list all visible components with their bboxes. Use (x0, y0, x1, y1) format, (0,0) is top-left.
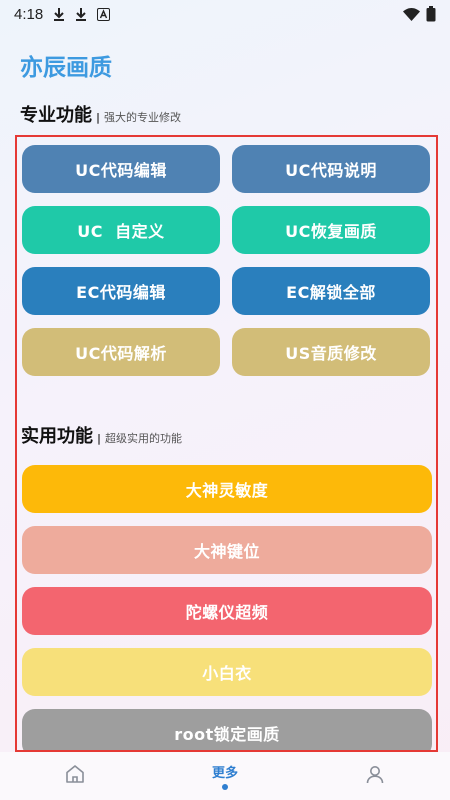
status-time: 4:18 (14, 5, 44, 23)
download-icon (53, 7, 65, 21)
util-section-subtitle: 超级实用的功能 (105, 432, 183, 445)
root-lock-quality-button[interactable]: root锁定画质 (22, 709, 432, 750)
status-bar: 4:18 (0, 0, 450, 28)
content-frame: UC代码编辑 UC代码说明 UC 自定义 UC恢复画质 EC代码编辑 EC解锁全… (15, 135, 438, 752)
uc-code-edit-button[interactable]: UC代码编辑 (22, 145, 220, 193)
wifi-icon (403, 7, 420, 21)
uc-restore-quality-button[interactable]: UC恢复画质 (232, 206, 430, 254)
pro-button-grid: UC代码编辑 UC代码说明 UC 自定义 UC恢复画质 EC代码编辑 EC解锁全… (22, 145, 432, 376)
font-a-icon (97, 7, 111, 21)
uc-custom-button[interactable]: UC 自定义 (22, 206, 220, 254)
nav-active-indicator (222, 784, 228, 790)
nav-item-home[interactable] (35, 752, 115, 800)
sensitivity-button[interactable]: 大神灵敏度 (22, 465, 432, 513)
pro-section-title: 专业功能 (20, 105, 92, 126)
key-layout-button[interactable]: 大神键位 (22, 526, 432, 574)
bottom-nav: 更多 (0, 752, 450, 800)
nav-item-profile[interactable] (335, 752, 415, 800)
ec-unlock-all-button[interactable]: EC解锁全部 (232, 267, 430, 315)
battery-icon (426, 6, 436, 22)
section-divider: | (96, 111, 101, 124)
home-icon (65, 764, 85, 788)
uc-code-parse-button[interactable]: UC代码解析 (22, 328, 220, 376)
uc-code-explain-button[interactable]: UC代码说明 (232, 145, 430, 193)
pro-section-subtitle: 强大的专业修改 (104, 111, 182, 124)
nav-more-label: 更多 (211, 766, 238, 781)
util-section-header: 实用功能 | 超级实用的功能 (21, 422, 182, 448)
ec-code-edit-button[interactable]: EC代码编辑 (22, 267, 220, 315)
util-section-title: 实用功能 (21, 426, 93, 447)
xiaobaiyi-button[interactable]: 小白衣 (22, 648, 432, 696)
app-title: 亦辰画质 (20, 55, 112, 81)
section-divider: | (97, 432, 102, 445)
user-icon (365, 764, 385, 788)
gyro-overclock-button[interactable]: 陀螺仪超频 (22, 587, 432, 635)
us-audio-modify-button[interactable]: US音质修改 (232, 328, 430, 376)
download-icon (75, 7, 87, 21)
util-button-list: 大神灵敏度 大神键位 陀螺仪超频 小白衣 root锁定画质 (22, 465, 432, 750)
nav-item-more[interactable]: 更多 (185, 752, 265, 800)
pro-section-header: 专业功能 | 强大的专业修改 (20, 101, 181, 127)
